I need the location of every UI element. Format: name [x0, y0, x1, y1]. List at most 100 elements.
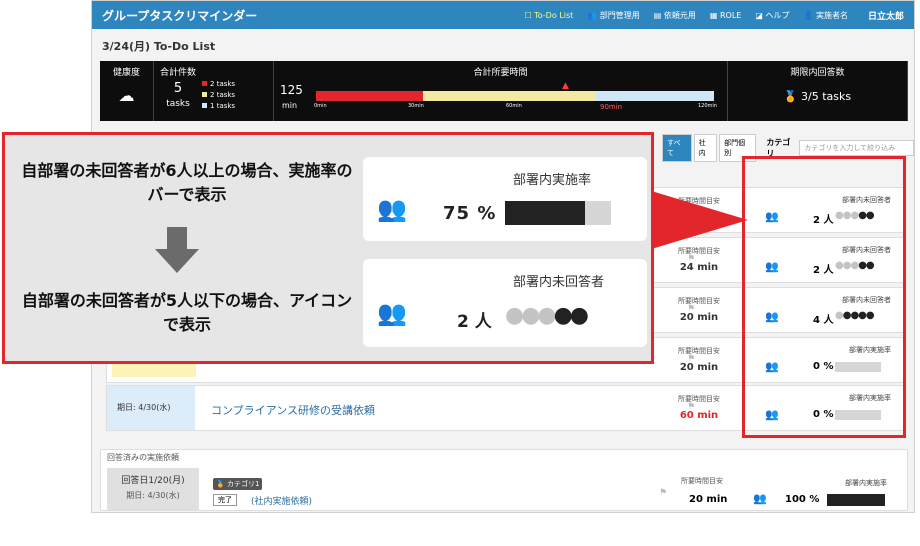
time-estimate-value: 20 min [679, 362, 719, 373]
answered-section: 回答済みの実施依頼 回答日1/20(月) 期日: 4/30(水) 🏅 カテゴリ1… [100, 449, 908, 511]
answered-time-value: 20 min [689, 494, 728, 505]
medal-icon: 🏅 [216, 480, 225, 488]
warning-marker-icon: ▲ [562, 81, 569, 91]
rate-example-value: 75 % [443, 203, 497, 224]
health-cell: 健康度 ☁ [100, 61, 154, 121]
unanswered-example-label: 部署内未回答者 [513, 275, 605, 290]
cloud-icon: ☁ [118, 86, 135, 105]
total-time-cell: 合計所要時間 125 min ▲ 0min 30min 60min 90min … [274, 61, 728, 121]
group-icon: 👥 [753, 492, 767, 505]
group-icon: 👥 [377, 299, 407, 327]
overdue-value: 🏅 3/5 tasks [734, 90, 901, 103]
tick-90: 90min [600, 103, 623, 111]
legend-yellow-swatch [202, 92, 208, 97]
time-segment-blue [594, 91, 714, 101]
medal-icon: 🏅 [783, 90, 798, 103]
overdue-value-text: 3/5 tasks [801, 90, 852, 103]
time-estimate: 所要時間目安 60 min [669, 386, 729, 430]
time-estimate-label: 所要時間目安 [678, 347, 720, 355]
deadline-label: 期日: 4/30(水) [107, 386, 195, 430]
nav-department[interactable]: 👥 部門管理用 [587, 10, 640, 21]
summary-panel: 健康度 ☁ 合計件数 5 tasks 2 tasks 2 tasks 1 tas… [100, 61, 908, 121]
total-count: 合計件数 5 tasks [160, 65, 196, 117]
time-estimate-label: 所要時間目安 [678, 395, 720, 403]
count-legend: 2 tasks 2 tasks 1 tasks [202, 79, 235, 117]
nav-todo-list[interactable]: ☐ To-Do List [524, 11, 573, 20]
callout-text-top: 自部署の未回答者が6人以上の場合、実施率のバーで表示 [21, 161, 353, 204]
top-nav: ☐ To-Do List 👥 部門管理用 ▤ 依頼元用 ▦ ROLE ◪ ヘルプ… [524, 9, 904, 22]
person-icons: ●●●●● [505, 303, 589, 328]
status-badge: 完了 [213, 494, 237, 506]
legend-blue-swatch [202, 103, 208, 108]
answer-date-box: 回答日1/20(月) 期日: 4/30(水) [107, 468, 199, 510]
answered-task-title[interactable]: (社内実施依頼) [251, 494, 312, 507]
total-value: 5 [173, 81, 183, 96]
tick-120: 120min [698, 103, 717, 109]
unanswered-example-value: 2 人 [457, 312, 492, 332]
tick-30: 30min [408, 103, 424, 109]
time-estimate-value: 20 min [679, 312, 719, 323]
time-estimate: 所要時間目安 20 min [669, 288, 729, 332]
nav-requester-label: 依頼元用 [663, 10, 696, 20]
answered-deadline: 期日: 4/30(水) [126, 491, 180, 500]
down-arrow-icon [155, 227, 199, 273]
answered-stat-label: 部署内実施率 [845, 479, 887, 487]
tick-60: 60min [506, 103, 522, 109]
answer-date: 回答日1/20(月) [121, 476, 185, 486]
tick-0: 0min [314, 103, 327, 109]
tab-all[interactable]: すべて [662, 134, 692, 162]
time-estimate-label: 所要時間目安 [678, 297, 720, 305]
rate-example-card: 部署内実施率 👥 75 % [363, 157, 647, 241]
legend-item-blue: 1 tasks [202, 101, 235, 112]
time-estimate-value: 24 min [679, 262, 719, 273]
rate-example-label: 部署内実施率 [513, 173, 592, 188]
category-badge-label: カテゴリ1 [226, 480, 260, 488]
group-icon: 👥 [377, 195, 407, 223]
time-label: 合計所要時間 [473, 68, 528, 78]
answered-time-label: 所要時間目安 [681, 477, 723, 485]
task-title[interactable]: コンプライアンス研修の受講依頼 [211, 402, 375, 418]
time-segment-yellow [423, 91, 595, 101]
legend-item-red: 2 tasks [202, 79, 235, 90]
time-unit: min [282, 101, 298, 110]
legend-yellow-label: 2 tasks [210, 91, 236, 99]
legend-item-yellow: 2 tasks [202, 90, 235, 101]
flag-icon: ⚑ [659, 488, 668, 498]
nav-role-label: ROLE [719, 10, 742, 20]
callout-text-bottom: 自部署の未回答者が5人以下の場合、アイコンで表示 [21, 291, 353, 334]
overdue-cell: 期限内回答数 🏅 3/5 tasks [728, 61, 908, 121]
callout-panel: 自部署の未回答者が6人以上の場合、実施率のバーで表示 自部署の未回答者が5人以下… [2, 132, 654, 364]
nav-help[interactable]: ◪ ヘルプ [755, 10, 789, 21]
rate-bar-fill [505, 201, 585, 225]
top-bar: グループタスクリマインダー ☐ To-Do List 👥 部門管理用 ▤ 依頼元… [92, 1, 914, 29]
nav-role[interactable]: ▦ ROLE [710, 11, 741, 20]
answered-completion-bar [827, 494, 885, 506]
time-progress-bar [316, 91, 714, 101]
answered-heading: 回答済みの実施依頼 [107, 453, 179, 462]
callout-pointer-arrow [648, 190, 748, 250]
health-label: 健康度 [112, 68, 140, 78]
unanswered-example-card: 部署内未回答者 👥 2 人 ●●●●● [363, 259, 647, 347]
category-search-input[interactable]: カテゴリを入力して絞り込み [799, 140, 914, 156]
legend-red-swatch [202, 81, 208, 86]
nav-requester[interactable]: ▤ 依頼元用 [654, 10, 696, 21]
total-count-cell: 合計件数 5 tasks 2 tasks 2 tasks 1 tasks [154, 61, 274, 121]
answered-percent: 100 % [785, 494, 820, 505]
overdue-label: 期限内回答数 [790, 68, 845, 78]
nav-department-label: 部門管理用 [599, 10, 640, 20]
app-title: グループタスクリマインダー [102, 8, 258, 23]
time-estimate: 所要時間目安 20 min [669, 338, 729, 382]
user-name[interactable]: 日立太郎 [868, 9, 904, 22]
nav-assignee-label: 実施者名 [815, 10, 848, 20]
time-segment-red [316, 91, 424, 101]
page-title: 3/24(月) To-Do List [102, 40, 216, 53]
nav-help-label: ヘルプ [765, 10, 790, 20]
time-estimate-value: 60 min [679, 410, 719, 421]
legend-blue-label: 1 tasks [210, 102, 236, 110]
category-badge: 🏅 カテゴリ1 [213, 478, 263, 490]
tab-internal[interactable]: 社内 [693, 134, 718, 162]
time-value: 125 [280, 83, 303, 97]
highlight-frame [742, 156, 906, 438]
total-unit: tasks [166, 99, 190, 109]
nav-assignee[interactable]: 👤 実施者名 [803, 10, 848, 21]
